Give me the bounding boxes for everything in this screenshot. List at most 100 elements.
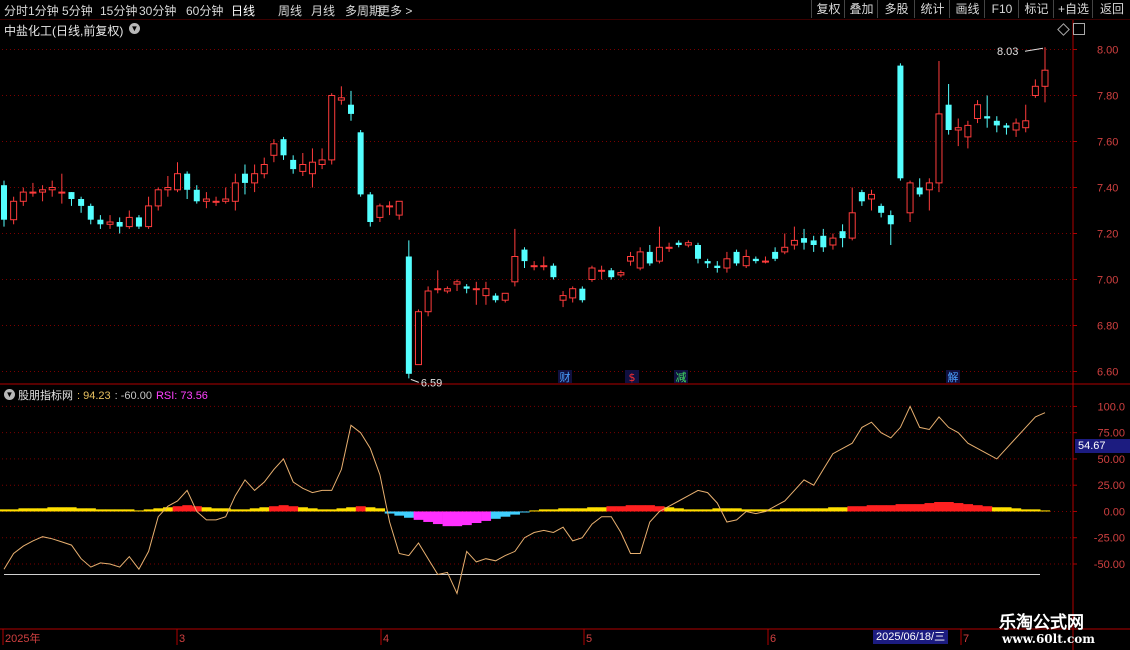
candle-body [1031, 85, 1039, 97]
histogram-bar [134, 510, 145, 512]
candle [540, 256, 548, 271]
histogram-bar [153, 508, 164, 512]
candle [212, 196, 220, 206]
low-price-label: 6.59 [421, 377, 442, 389]
toolbar-button-6[interactable]: 标记 [1018, 0, 1054, 18]
indicator-tick-label: 25.00 [1097, 480, 1125, 492]
candle [443, 286, 451, 294]
period-tab-9[interactable]: 多周期 [345, 2, 381, 19]
candle-body [569, 288, 577, 299]
candle-body [125, 216, 133, 228]
toolbar-button-0[interactable]: 复权 [811, 0, 845, 18]
indicator-tick-label: -50.00 [1094, 559, 1125, 571]
toolbar-button-1[interactable]: 叠加 [844, 0, 878, 18]
candle-body [752, 258, 759, 262]
period-tab-6[interactable]: 日线 [231, 2, 255, 19]
window-toggle-icon[interactable] [1073, 23, 1085, 35]
histogram-bar [336, 508, 347, 512]
candle [521, 247, 528, 268]
toolbar-button-8[interactable]: 返回 [1092, 0, 1130, 18]
candle [453, 279, 461, 291]
histogram-bar [37, 508, 48, 512]
candle-body [617, 272, 625, 276]
period-tab-3[interactable]: 15分钟 [100, 2, 137, 19]
period-tab-5[interactable]: 60分钟 [186, 2, 223, 19]
candle-body [376, 205, 384, 218]
candle-body [443, 288, 451, 292]
period-tab-1[interactable]: 1分钟 [28, 2, 59, 19]
histogram-bar [1011, 508, 1022, 512]
candle [714, 261, 721, 273]
candle-body [231, 182, 239, 202]
toolbar-button-7[interactable]: +自选 [1053, 0, 1093, 18]
histogram-bar [423, 511, 434, 522]
candle [1, 180, 7, 227]
candle-body [1003, 125, 1010, 128]
histogram-bar [914, 504, 925, 512]
histogram-bar [606, 506, 617, 512]
histogram-bar [76, 508, 87, 512]
candle [231, 173, 239, 211]
histogram-bar [808, 508, 819, 512]
candle [19, 187, 27, 206]
candle-body [337, 97, 345, 101]
candle [48, 180, 56, 197]
histogram-bar [673, 508, 684, 512]
candle-body [636, 251, 644, 269]
period-tab-2[interactable]: 5分钟 [62, 2, 93, 19]
histogram-bar [297, 507, 308, 512]
candle [482, 281, 490, 305]
candle-body [723, 258, 731, 269]
candle [10, 196, 18, 225]
toolbar-button-5[interactable]: F10 [984, 0, 1019, 18]
candle [434, 270, 442, 294]
candle [68, 192, 75, 206]
histogram-bar [230, 509, 241, 512]
candle-body [984, 116, 991, 119]
histogram-bar [278, 505, 289, 512]
candle-body [482, 288, 490, 297]
candle-body [299, 164, 307, 172]
period-tab-4[interactable]: 30分钟 [139, 2, 176, 19]
candle-body [222, 198, 230, 202]
candle-body [318, 159, 326, 165]
candle [655, 226, 663, 264]
histogram-bar [1040, 510, 1051, 512]
chart-canvas[interactable]: 8.03 6.59 8.00 7.80 7.60 7.40 7.20 7.00 6.80 6.6… [0, 0, 1130, 650]
candle-body [106, 221, 114, 225]
price-tick-label: 8.00 [1097, 45, 1118, 57]
candle-body [10, 200, 18, 221]
period-tab-0[interactable]: 分时 [4, 2, 28, 19]
histogram-bar [876, 505, 887, 512]
candle [414, 309, 422, 366]
histogram-bar [866, 505, 877, 512]
chevron-down-icon[interactable]: ▼ [129, 23, 140, 34]
toolbar-button-3[interactable]: 统计 [914, 0, 950, 18]
candle [106, 215, 114, 229]
period-tab-8[interactable]: 月线 [311, 2, 335, 19]
candle-body [29, 191, 37, 194]
period-tab-10[interactable]: 更多 > [378, 2, 412, 19]
candle-body [424, 290, 432, 313]
toolbar: 分时 1分钟 5分钟 15分钟 30分钟 60分钟 日线 周线 月线 多周期 更多 > 复权 叠加 多股统… [0, 0, 1130, 20]
histogram-bar [384, 511, 395, 514]
candle [839, 224, 846, 248]
candle [260, 157, 268, 179]
candle [164, 176, 172, 197]
histogram-bar [625, 505, 636, 512]
candle [58, 173, 66, 204]
candle [39, 185, 47, 202]
histogram-bar [1001, 507, 1012, 512]
toolbar-button-4[interactable]: 画线 [949, 0, 985, 18]
candle-body [395, 200, 403, 216]
period-tab-7[interactable]: 周线 [278, 2, 302, 19]
candle-body [945, 104, 952, 130]
toolbar-button-2[interactable]: 多股 [877, 0, 915, 18]
histogram-bar [1030, 509, 1041, 512]
histogram-bar [635, 505, 646, 512]
histogram-bar [114, 509, 125, 512]
indicator-menu-icon[interactable]: ▼ [4, 389, 15, 400]
histogram-bar [693, 509, 704, 512]
candle [897, 63, 904, 181]
candle-body [1012, 122, 1020, 131]
